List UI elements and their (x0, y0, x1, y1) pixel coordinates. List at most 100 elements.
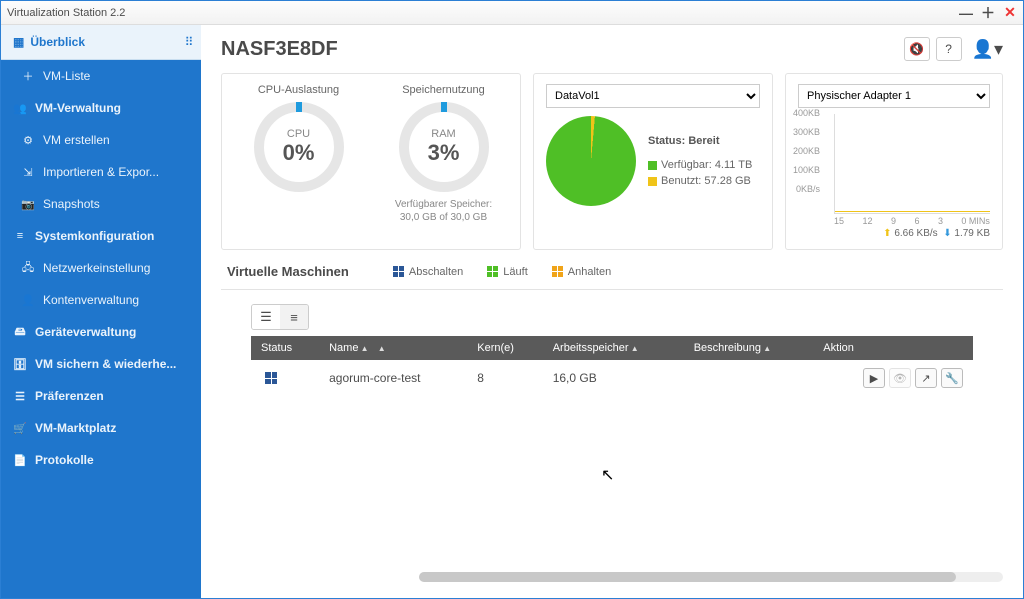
camera-icon: 📷 (21, 197, 35, 211)
cpu-gauge: CPU 0% (254, 102, 344, 192)
sidebar-item-2[interactable]: ⚙VM erstellen (1, 124, 201, 156)
sidebar-item-label: Importieren & Expor... (43, 165, 159, 179)
collapse-sidebar-button[interactable]: ⠿ (177, 25, 201, 60)
square-icon (648, 177, 657, 186)
sidebar-item-label: VM-Marktplatz (35, 421, 116, 435)
sidebar-item-6[interactable]: 🖧 Netzwerkeinstellung (1, 252, 201, 284)
sliders-icon: ≡ (13, 229, 27, 243)
network-yticks: 400KB 300KB 200KB 100KB 0KB/s (786, 104, 820, 199)
pref-icon: ☰ (13, 389, 27, 403)
sidebar-item-9[interactable]: 🗄VM sichern & wiederhe... (1, 348, 201, 380)
import-icon: ⇲ (21, 165, 35, 179)
sidebar-item-0[interactable]: ＋ VM-Liste (1, 60, 201, 92)
vm-desc (684, 360, 814, 396)
storage-used: Benutzt: 57.28 GB (661, 175, 751, 187)
sidebar-item-7[interactable]: 👤Kontenverwaltung (1, 284, 201, 316)
sidebar-item-label: Snapshots (43, 197, 100, 211)
vm-memory: 16,0 GB (543, 360, 684, 396)
sidebar-item-label: VM-Liste (43, 69, 90, 83)
legend-off: Abschalten (409, 266, 463, 278)
cursor-icon: ↖ (601, 465, 614, 485)
horizontal-scrollbar[interactable] (419, 572, 1003, 582)
device-icon: 🖴 (13, 325, 27, 339)
volume-select[interactable]: DataVol1 (546, 84, 760, 108)
vm-table: Status Name Kern(e) Arbeitsspeicher Besc… (251, 336, 973, 396)
sidebar-item-label: VM erstellen (43, 133, 110, 147)
ram-gauge-value: 3% (428, 140, 460, 166)
main-content: NASF3E8DF 🔇 ? 👤▾ CPU-Auslastung CPU 0% (201, 25, 1023, 598)
market-icon: 🛒 (13, 421, 27, 435)
legend-paused: Anhalten (568, 266, 611, 278)
overview-button[interactable]: ▦ Überblick (1, 25, 177, 60)
network-xticks: 15129630 MINs (834, 216, 990, 226)
vm-section-title: Virtuelle Maschinen (227, 264, 349, 279)
sidebar-item-label: Geräteverwaltung (35, 325, 136, 339)
view-list-button[interactable]: ≡ (280, 305, 308, 329)
ram-sub1: Verfügbarer Speicher: (379, 198, 508, 211)
sidebar-item-label: Präferenzen (35, 389, 104, 403)
legend-running: Läuft (503, 266, 527, 278)
ram-gauge-label: RAM (431, 128, 455, 140)
sidebar-item-label: Kontenverwaltung (43, 293, 139, 307)
status-off-icon (265, 372, 277, 384)
sidebar-item-label: Protokolle (35, 453, 94, 467)
users-icon: 👥 (13, 101, 27, 115)
square-icon (487, 266, 498, 277)
cpu-gauge-title: CPU-Auslastung (234, 84, 363, 96)
sidebar-item-12[interactable]: 📄Protokolle (1, 444, 201, 476)
network-chart (834, 114, 990, 214)
minimize-button[interactable]: — (959, 6, 973, 20)
list-icon: ▦ (13, 35, 24, 49)
play-button[interactable]: ▶ (863, 368, 885, 388)
overview-label: Überblick (30, 35, 85, 49)
gauges-panel: CPU-Auslastung CPU 0% Speichernutzung RA… (221, 73, 521, 250)
table-row[interactable]: agorum-core-test 8 16,0 GB ▶ 👁 ↗ 🔧 (251, 360, 973, 396)
sidebar-item-label: Systemkonfiguration (35, 229, 154, 243)
col-cores[interactable]: Kern(e) (467, 336, 542, 360)
ram-gauge-title: Speichernutzung (379, 84, 508, 96)
sidebar-item-5[interactable]: ≡ Systemkonfiguration (1, 220, 201, 252)
sidebar-item-4[interactable]: 📷 Snapshots (1, 188, 201, 220)
col-desc[interactable]: Beschreibung (684, 336, 814, 360)
network-panel: Physischer Adapter 1 400KB 300KB 200KB 1… (785, 73, 1003, 250)
ram-sub2: 30,0 GB of 30,0 GB (379, 211, 508, 224)
network-down: 1.79 KB (954, 228, 990, 239)
col-action[interactable]: Aktion (813, 336, 973, 360)
window-title: Virtualization Station 2.2 (7, 7, 959, 19)
sidebar: ▦ Überblick ⠿ ＋ VM-Liste 👥 VM-Verwaltung ⚙VM… (1, 25, 201, 598)
maximize-button[interactable]: ＋ (981, 6, 995, 20)
settings-button[interactable]: 🔧 (941, 368, 963, 388)
plus-icon: ＋ (21, 69, 35, 83)
network-up: 6.66 KB/s (894, 228, 937, 239)
network-icon: 🖧 (21, 261, 35, 275)
titlebar: Virtualization Station 2.2 — ＋ ✕ (1, 1, 1023, 25)
help-button[interactable]: ? (936, 37, 962, 61)
view-toggle: ☰ ≡ (251, 304, 309, 330)
col-name[interactable]: Name (319, 336, 467, 360)
user-menu-button[interactable]: 👤▾ (972, 39, 1003, 60)
view-grid-button[interactable]: ☰ (252, 305, 280, 329)
share-button[interactable]: ↗ (915, 368, 937, 388)
sidebar-item-8[interactable]: 🖴 Geräteverwaltung (1, 316, 201, 348)
col-status[interactable]: Status (251, 336, 319, 360)
cpu-gauge-value: 0% (283, 140, 315, 166)
sidebar-item-3[interactable]: ⇲ Importieren & Expor... (1, 156, 201, 188)
col-memory[interactable]: Arbeitsspeicher (543, 336, 684, 360)
cpu-gauge-label: CPU (287, 128, 310, 140)
sidebar-item-1[interactable]: 👥 VM-Verwaltung (1, 92, 201, 124)
close-button[interactable]: ✕ (1003, 6, 1017, 20)
arrow-up-icon: ⬆ (883, 228, 891, 239)
storage-panel: DataVol1 Status: Bereit Verfügbar: 4.11 … (533, 73, 773, 250)
sidebar-item-10[interactable]: ☰ Präferenzen (1, 380, 201, 412)
sidebar-item-label: VM sichern & wiederhe... (35, 357, 176, 371)
view-button: 👁 (889, 368, 911, 388)
vm-name: agorum-core-test (319, 360, 467, 396)
sidebar-item-label: Netzwerkeinstellung (43, 261, 150, 275)
storage-status: Status: Bereit (648, 135, 752, 147)
sidebar-item-label: VM-Verwaltung (35, 101, 121, 115)
sound-button[interactable]: 🔇 (904, 37, 930, 61)
adapter-select[interactable]: Physischer Adapter 1 (798, 84, 990, 108)
page-title: NASF3E8DF (221, 38, 904, 61)
storage-available: Verfügbar: 4.11 TB (661, 159, 752, 171)
sidebar-item-11[interactable]: 🛒 VM-Marktplatz (1, 412, 201, 444)
